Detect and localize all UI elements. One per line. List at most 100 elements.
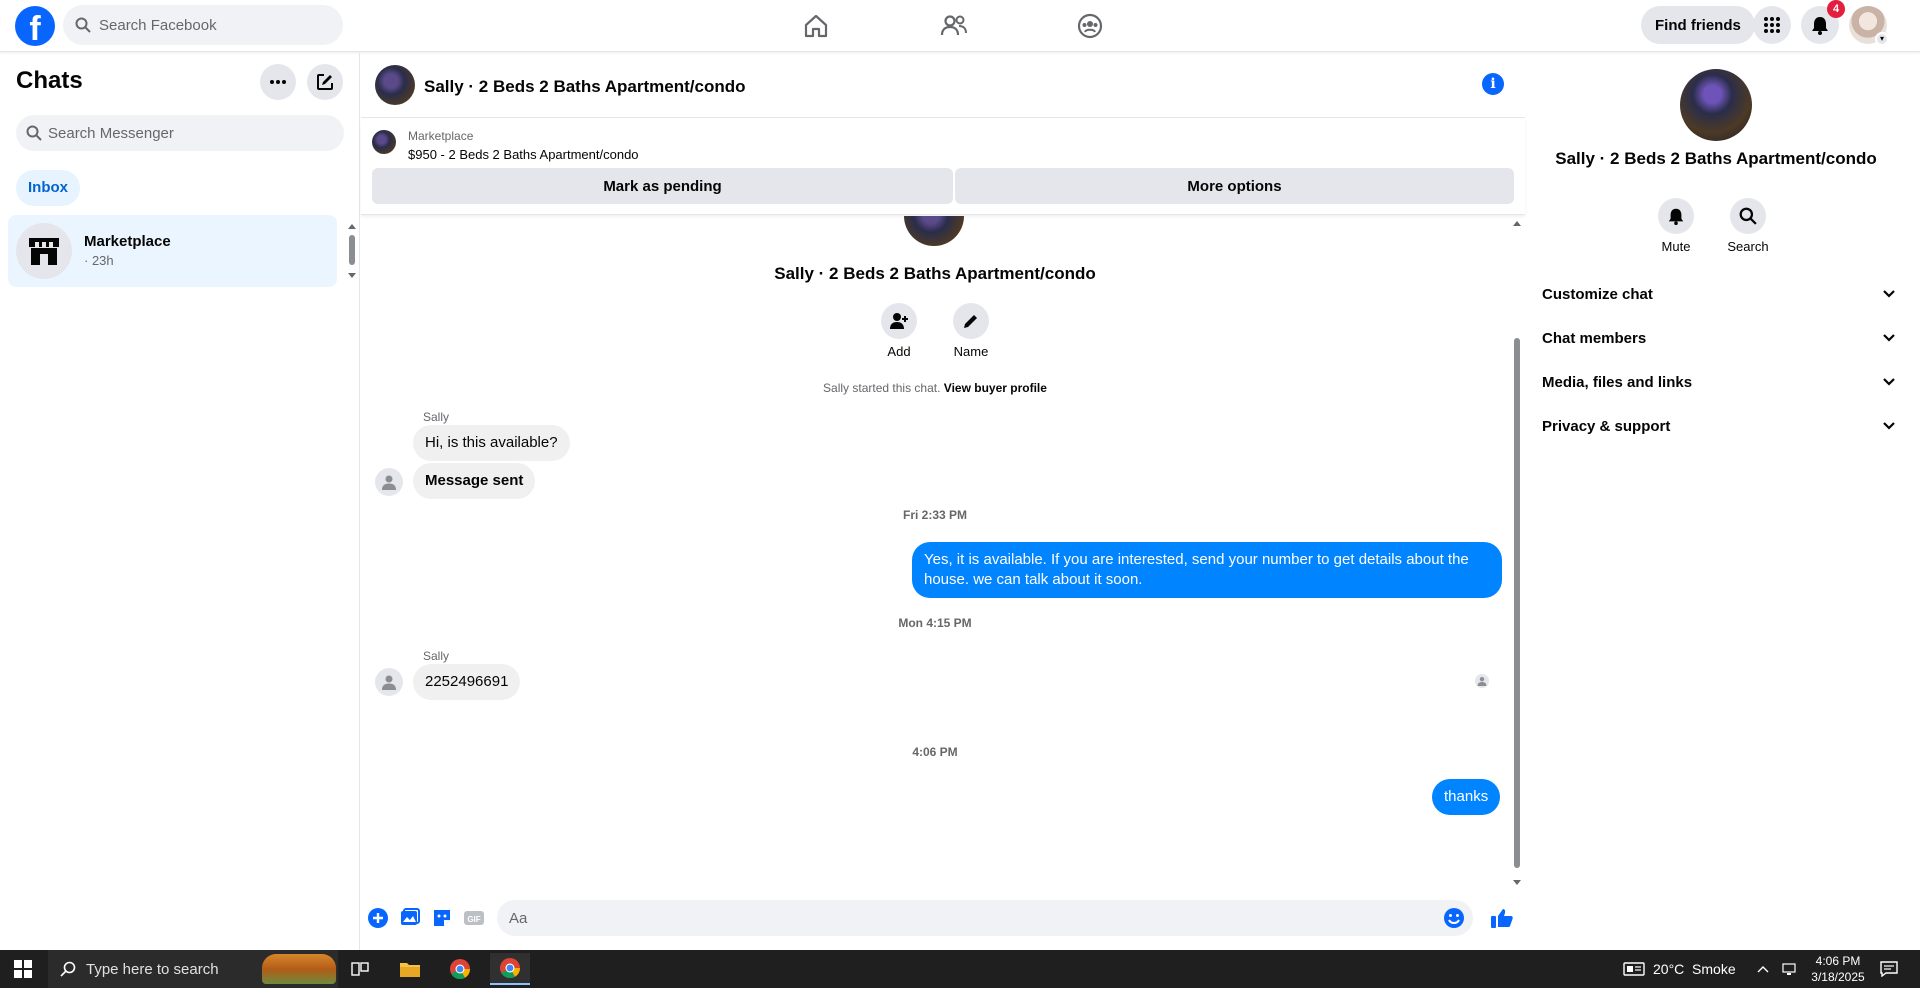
photo-icon[interactable] bbox=[399, 907, 421, 929]
weather-text: 20°C Smoke bbox=[1653, 961, 1736, 977]
bell-icon bbox=[1668, 208, 1684, 225]
windows-logo-icon bbox=[14, 960, 32, 978]
mute-button[interactable]: Mute bbox=[1646, 198, 1706, 254]
contact-name: Sally · 2 Beds 2 Baths Apartment/condo bbox=[1555, 149, 1877, 168]
svg-text:GIF: GIF bbox=[467, 915, 480, 924]
groups-icon[interactable] bbox=[1074, 10, 1106, 42]
add-person-icon bbox=[890, 313, 908, 329]
search-in-conversation-button[interactable]: Search bbox=[1718, 198, 1778, 254]
conversation-info-panel: Sally · 2 Beds 2 Baths Apartment/condo M… bbox=[1526, 53, 1920, 950]
chrome-icon[interactable] bbox=[440, 953, 480, 985]
media-files-links-section[interactable]: Media, files and links bbox=[1534, 360, 1904, 404]
tab-inbox[interactable]: Inbox bbox=[16, 170, 80, 206]
marketplace-listing-bar: Marketplace $950 - 2 Beds 2 Baths Apartm… bbox=[361, 119, 1525, 215]
show-hidden-icons-chevron-icon[interactable] bbox=[1757, 950, 1769, 988]
storefront-icon bbox=[29, 238, 59, 265]
file-explorer-icon[interactable] bbox=[390, 953, 430, 985]
home-icon[interactable] bbox=[800, 10, 832, 42]
facebook-search-box[interactable] bbox=[63, 5, 343, 45]
info-icon[interactable]: i bbox=[1482, 73, 1504, 95]
search-highlight-image bbox=[262, 954, 336, 984]
more-options-button[interactable]: More options bbox=[955, 168, 1514, 204]
name-chat-button[interactable]: Name bbox=[941, 303, 1001, 359]
incoming-message[interactable]: Message sent bbox=[413, 463, 536, 499]
section-label: Chat members bbox=[1542, 329, 1647, 347]
sender-avatar[interactable] bbox=[375, 468, 403, 496]
mark-as-pending-button[interactable]: Mark as pending bbox=[372, 168, 953, 204]
chat-list-scrollbar[interactable] bbox=[347, 221, 357, 281]
marketplace-label: Marketplace bbox=[408, 129, 474, 143]
section-label: Media, files and links bbox=[1542, 373, 1693, 391]
listing-title[interactable]: $950 - 2 Beds 2 Baths Apartment/condo bbox=[408, 147, 639, 162]
search-label: Search bbox=[1727, 239, 1769, 254]
message-timestamp: Fri 2:33 PM bbox=[902, 508, 968, 522]
contact-avatar[interactable] bbox=[375, 65, 415, 105]
chevron-down-icon bbox=[1883, 378, 1895, 386]
privacy-support-section[interactable]: Privacy & support bbox=[1534, 404, 1904, 448]
incoming-message[interactable]: 2252496691 bbox=[413, 664, 521, 700]
gif-icon[interactable]: GIF bbox=[463, 907, 485, 929]
plus-icon[interactable] bbox=[367, 907, 389, 929]
emoji-icon[interactable] bbox=[1443, 907, 1465, 929]
sender-name: Sally bbox=[423, 410, 450, 424]
outgoing-message[interactable]: thanks bbox=[1432, 779, 1501, 815]
messenger-search-input[interactable] bbox=[48, 124, 318, 142]
sticker-icon[interactable] bbox=[431, 907, 453, 929]
contact-avatar-large[interactable] bbox=[1680, 69, 1752, 141]
chat-time: · 23h bbox=[84, 253, 114, 268]
taskbar-clock[interactable]: 4:06 PM 3/18/2025 bbox=[1790, 953, 1886, 985]
pencil-icon bbox=[964, 315, 977, 328]
conversation-hero-avatar bbox=[904, 216, 964, 246]
conversation-hero-name: Sally · 2 Beds 2 Baths Apartment/condo bbox=[774, 264, 1096, 283]
outgoing-message[interactable]: Yes, it is available. If you are interes… bbox=[912, 542, 1502, 598]
chats-sidebar: Chats Inbox Marketplace · 23h bbox=[0, 53, 360, 950]
chat-options-button[interactable] bbox=[260, 64, 296, 100]
task-view-icon[interactable] bbox=[340, 953, 380, 985]
conversation-pane: Sally · 2 Beds 2 Baths Apartment/condo i… bbox=[361, 53, 1525, 950]
view-buyer-profile-link[interactable]: View buyer profile bbox=[944, 381, 1047, 395]
messenger-search-box[interactable] bbox=[16, 115, 344, 151]
more-horizontal-icon bbox=[270, 80, 286, 84]
listing-thumbnail[interactable] bbox=[372, 130, 396, 154]
bell-icon bbox=[1812, 17, 1828, 35]
menu-grid-button[interactable] bbox=[1753, 6, 1791, 44]
friends-icon[interactable] bbox=[938, 10, 970, 42]
search-icon bbox=[60, 961, 76, 977]
seen-indicator bbox=[1475, 674, 1489, 688]
scrollbar-thumb[interactable] bbox=[1514, 338, 1520, 868]
notification-center-icon[interactable] bbox=[1880, 950, 1898, 988]
person-icon bbox=[382, 675, 396, 690]
notifications-button[interactable]: 4 bbox=[1801, 0, 1845, 44]
chrome-active-icon[interactable] bbox=[490, 953, 530, 985]
chevron-down-icon[interactable]: ▾ bbox=[1875, 32, 1889, 46]
section-label: Privacy & support bbox=[1542, 417, 1671, 435]
name-label: Name bbox=[953, 344, 989, 359]
weather-icon bbox=[1623, 962, 1645, 976]
message-input[interactable] bbox=[497, 900, 1473, 936]
facebook-logo[interactable]: f bbox=[15, 6, 55, 46]
message-thread: Sally · 2 Beds 2 Baths Apartment/condo A… bbox=[361, 216, 1525, 888]
chevron-down-icon bbox=[1883, 334, 1895, 342]
message-timestamp: Mon 4:15 PM bbox=[898, 616, 972, 630]
section-label: Customize chat bbox=[1542, 285, 1653, 303]
like-thumbs-up-icon[interactable] bbox=[1489, 907, 1515, 929]
mute-label: Mute bbox=[1661, 239, 1691, 254]
scrollbar-thumb[interactable] bbox=[349, 235, 355, 265]
windows-start-button[interactable] bbox=[0, 950, 46, 988]
incoming-message[interactable]: Hi, is this available? bbox=[413, 425, 570, 461]
facebook-search-input[interactable] bbox=[99, 16, 319, 34]
message-thread-scrollbar[interactable] bbox=[1511, 218, 1523, 890]
search-icon bbox=[75, 17, 91, 33]
conversation-header: Sally · 2 Beds 2 Baths Apartment/condo i bbox=[361, 53, 1525, 118]
weather-widget[interactable]: 20°C Smoke bbox=[1623, 950, 1736, 988]
conversation-title[interactable]: Sally · 2 Beds 2 Baths Apartment/condo bbox=[424, 77, 746, 97]
sender-avatar[interactable] bbox=[375, 668, 403, 696]
chat-list-item[interactable]: Marketplace · 23h bbox=[8, 215, 337, 287]
add-people-button[interactable]: Add bbox=[869, 303, 929, 359]
customize-chat-section[interactable]: Customize chat bbox=[1534, 272, 1904, 316]
chat-members-section[interactable]: Chat members bbox=[1534, 316, 1904, 360]
new-message-button[interactable] bbox=[307, 64, 343, 100]
find-friends-button[interactable]: Find friends bbox=[1641, 6, 1755, 44]
taskbar-search-input[interactable] bbox=[86, 960, 246, 978]
search-icon bbox=[1739, 207, 1757, 225]
